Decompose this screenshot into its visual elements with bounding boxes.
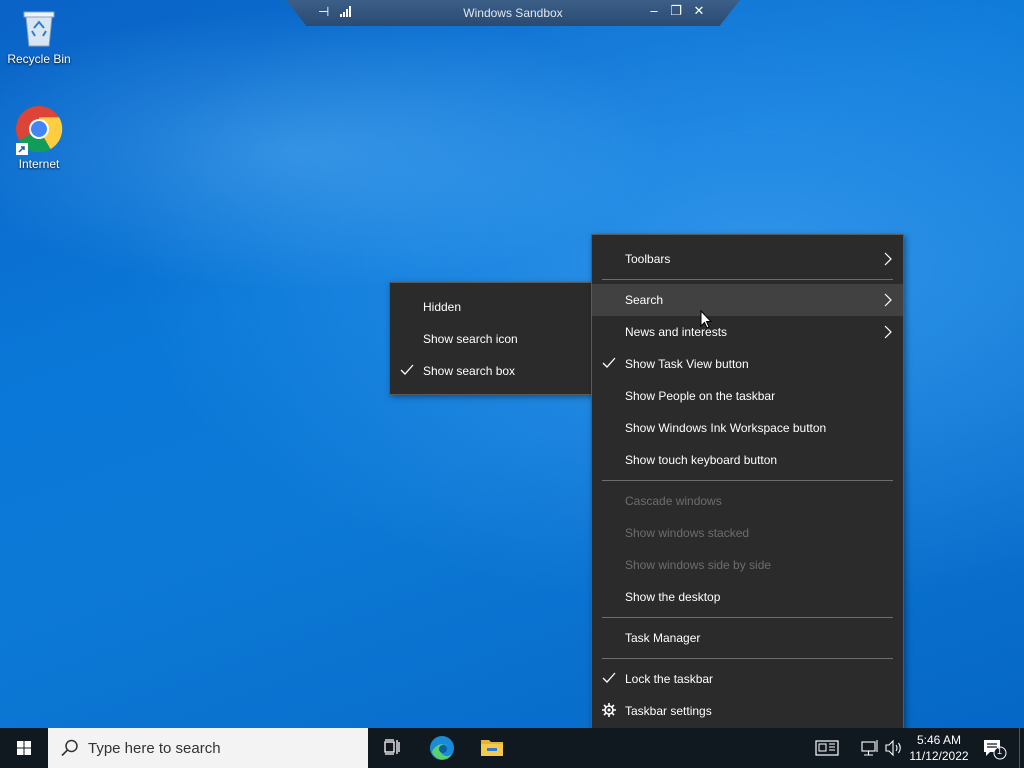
clock[interactable]: 5:46 AM 11/12/2022	[904, 732, 974, 764]
submenu-item-show-search-icon[interactable]: Show search icon	[390, 323, 593, 355]
menu-item-show-task-view-button[interactable]: Show Task View button	[592, 348, 903, 380]
start-button[interactable]	[0, 728, 48, 768]
chevron-right-icon	[884, 325, 892, 339]
menu-separator	[602, 480, 893, 481]
news-widget-button[interactable]	[812, 728, 842, 768]
mouse-cursor-icon	[700, 310, 712, 329]
edge-icon	[430, 736, 454, 760]
menu-separator	[602, 658, 893, 659]
edge-button[interactable]	[418, 728, 466, 768]
taskbar-context-menu: Toolbars Search News and interests Show …	[591, 234, 904, 736]
menu-item-show-windows-stacked: Show windows stacked	[625, 526, 750, 540]
desktop-icon-internet[interactable]: Internet	[3, 105, 75, 171]
chevron-right-icon	[884, 293, 892, 307]
news-icon	[815, 740, 839, 756]
search-submenu: Hidden Show search icon Show search box	[389, 282, 594, 395]
checkmark-icon	[602, 672, 616, 683]
file-explorer-button[interactable]	[468, 728, 516, 768]
notification-count: 1	[997, 746, 1003, 756]
chevron-right-icon	[884, 252, 892, 266]
search-icon	[61, 739, 78, 757]
menu-item-show-windows-side-by-side: Show windows side by side	[625, 558, 772, 572]
network-button[interactable]	[858, 728, 882, 768]
menu-item-news-and-interests[interactable]: News and interests	[592, 316, 903, 348]
close-button[interactable]: ✕	[691, 3, 707, 19]
volume-icon	[885, 739, 901, 757]
menu-item-search[interactable]: Search	[592, 284, 903, 316]
menu-separator	[602, 617, 893, 618]
chrome-icon	[15, 105, 63, 155]
menu-item-cascade-windows: Cascade windows	[625, 494, 722, 508]
menu-item-show-touch-keyboard[interactable]: Show touch keyboard button	[592, 444, 903, 476]
menu-item-lock-the-taskbar[interactable]: Lock the taskbar	[592, 663, 903, 695]
minimize-button[interactable]: –	[646, 3, 662, 18]
windows-logo-icon	[17, 741, 31, 755]
menu-item-taskbar-settings[interactable]: Taskbar settings	[592, 695, 903, 727]
search-placeholder: Type here to search	[88, 739, 221, 757]
clock-time: 5:46 AM	[916, 733, 962, 747]
menu-item-show-the-desktop[interactable]: Show the desktop	[592, 581, 903, 613]
desktop-icon-recycle-bin[interactable]: Recycle Bin	[3, 8, 75, 66]
submenu-item-hidden[interactable]: Hidden	[390, 291, 593, 323]
taskbar-search-box[interactable]: Type here to search	[48, 728, 368, 768]
recycle-bin-icon	[22, 8, 56, 48]
notification-icon	[984, 740, 1007, 760]
network-icon	[861, 740, 878, 756]
file-explorer-icon	[481, 740, 503, 756]
restore-button[interactable]: ❐	[668, 3, 684, 19]
internet-label: Internet	[18, 157, 60, 171]
menu-item-show-ink-workspace[interactable]: Show Windows Ink Workspace button	[592, 412, 903, 444]
menu-item-show-people[interactable]: Show People on the taskbar	[592, 380, 903, 412]
checkmark-icon	[400, 364, 414, 375]
menu-item-toolbars[interactable]: Toolbars	[592, 243, 903, 275]
action-center-button[interactable]: 1	[980, 728, 1008, 768]
taskbar[interactable]: Type here to search 5:46 AM 11/12/2022 1	[0, 728, 1024, 768]
sandbox-title-bar[interactable]: ⊣ Windows Sandbox – ❐ ✕	[286, 0, 740, 26]
recycle-bin-label: Recycle Bin	[7, 52, 71, 66]
volume-button[interactable]	[883, 728, 905, 768]
shortcut-arrow-icon	[16, 143, 28, 155]
task-view-button[interactable]	[368, 728, 416, 768]
gear-icon	[602, 703, 616, 717]
clock-date: 11/12/2022	[909, 749, 969, 763]
checkmark-icon	[602, 357, 616, 368]
menu-item-task-manager[interactable]: Task Manager	[592, 622, 903, 654]
menu-separator	[602, 279, 893, 280]
task-view-icon	[384, 739, 400, 755]
show-desktop-button[interactable]	[1019, 728, 1024, 768]
submenu-item-show-search-box[interactable]: Show search box	[390, 355, 593, 387]
